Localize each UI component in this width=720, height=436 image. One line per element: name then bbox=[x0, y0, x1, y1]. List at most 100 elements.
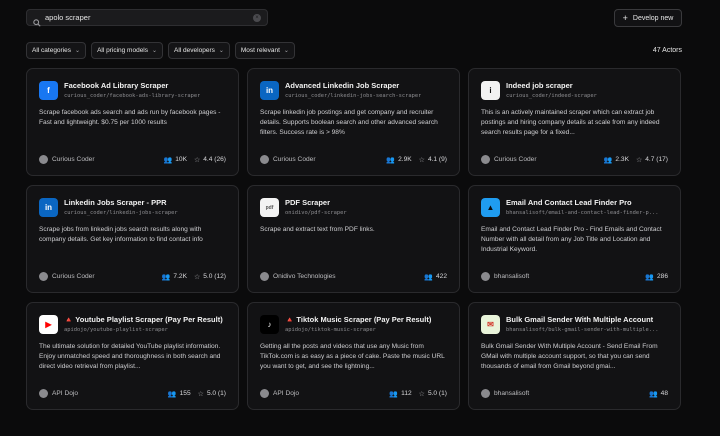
card-header: f Facebook Ad Library Scraper curious_code… bbox=[39, 81, 226, 100]
avatar bbox=[481, 389, 490, 398]
filter-categories[interactable]: All categories ⌄ bbox=[26, 42, 87, 59]
actor-description: Scrape facebook ads search and ads run b… bbox=[39, 109, 221, 126]
card-titles: Linkedin Jobs Scraper - PPR curious_coder… bbox=[64, 198, 178, 216]
card-header: ▲ Email And Contact Lead Finder Pro bhansa… bbox=[481, 198, 668, 217]
actor-card[interactable]: ✉ Bulk Gmail Sender With Multiple Account… bbox=[468, 302, 681, 410]
users-count: 112 bbox=[401, 390, 412, 397]
users-count: 422 bbox=[435, 273, 447, 280]
author-name: bhansalisoft bbox=[494, 390, 530, 397]
filter-bar: All categories ⌄ All pricing models ⌄ All … bbox=[26, 42, 295, 59]
avatar bbox=[260, 389, 269, 398]
users-count: 155 bbox=[179, 390, 191, 397]
users-icon: 👥 bbox=[424, 273, 433, 281]
actor-slug: onidivo/pdf-scraper bbox=[285, 210, 347, 216]
star-icon: ☆ bbox=[635, 156, 643, 164]
rating-value: 4.4 (26) bbox=[203, 156, 226, 163]
filter-pricing-models[interactable]: All pricing models ⌄ bbox=[91, 42, 164, 59]
actor-title: Linkedin Jobs Scraper - PPR bbox=[64, 198, 167, 207]
rating-value: 4.7 (17) bbox=[645, 156, 668, 163]
actor-slug: curious_coder/linkedin-jobs-scraper bbox=[64, 210, 178, 216]
users-icon: 👥 bbox=[167, 390, 177, 398]
filter-label: Most relevant bbox=[240, 47, 280, 54]
filter-label: All developers bbox=[174, 47, 215, 54]
actor-card[interactable]: i Indeed job scraper curious_coder/indeed-… bbox=[468, 68, 681, 176]
card-titles: Facebook Ad Library Scraper curious_coder… bbox=[64, 81, 200, 99]
actor-card[interactable]: pdf PDF Scraper onidivo/pdf-scraper Scrape … bbox=[247, 185, 460, 293]
rating-value: 5.0 (12) bbox=[203, 273, 226, 280]
card-header: in Advanced Linkedin Job Scraper curious_c… bbox=[260, 81, 447, 100]
actor-card[interactable]: ♪ 🔺 Tiktok Music Scraper (Pay Per Result)… bbox=[247, 302, 460, 410]
card-header: pdf PDF Scraper onidivo/pdf-scraper bbox=[260, 198, 447, 217]
actor-card[interactable]: ▶ 🔺 Youtube Playlist Scraper (Pay Per Res… bbox=[26, 302, 239, 410]
rating-stat: ☆ 4.4 (26) bbox=[194, 156, 226, 164]
card-footer: Onidivo Technologies 👥 422 bbox=[260, 272, 447, 281]
develop-new-button[interactable]: + Develop new bbox=[614, 9, 682, 27]
search-bar[interactable]: × bbox=[26, 9, 268, 27]
card-footer: Curious Coder 👥 10K ☆ 4.4 (26) bbox=[39, 155, 226, 164]
actor-title: 🔺 Youtube Playlist Scraper (Pay Per Resu… bbox=[64, 315, 223, 324]
actor-title: PDF Scraper bbox=[285, 198, 331, 207]
users-icon: 👥 bbox=[161, 273, 171, 281]
rating-stat: ☆ 5.0 (1) bbox=[198, 390, 226, 398]
card-titles: Advanced Linkedin Job Scraper curious_cod… bbox=[285, 81, 421, 99]
actor-title: Facebook Ad Library Scraper bbox=[64, 81, 169, 90]
rating-stat: ☆ 4.7 (17) bbox=[636, 156, 668, 164]
chevron-down-icon: ⌄ bbox=[283, 48, 289, 54]
author-name: Curious Coder bbox=[52, 273, 95, 280]
star-icon: ☆ bbox=[193, 273, 201, 281]
avatar bbox=[481, 155, 490, 164]
actor-logo-icon: ▲ bbox=[481, 198, 500, 217]
actor-logo-icon: ✉ bbox=[481, 315, 500, 334]
card-header: in Linkedin Jobs Scraper - PPR curious_cod… bbox=[39, 198, 226, 217]
users-stat: 👥 422 bbox=[424, 273, 447, 281]
rating-value: 5.0 (1) bbox=[427, 390, 447, 397]
actor-card[interactable]: f Facebook Ad Library Scraper curious_code… bbox=[26, 68, 239, 176]
plus-icon: + bbox=[622, 12, 628, 23]
avatar bbox=[260, 155, 269, 164]
filter-label: All categories bbox=[32, 47, 72, 54]
users-count: 2.9K bbox=[398, 156, 412, 163]
search-input[interactable] bbox=[45, 13, 253, 22]
filter-developers[interactable]: All developers ⌄ bbox=[168, 42, 230, 59]
actor-description: Scrape jobs from linkedin jobs search re… bbox=[39, 226, 203, 243]
actor-card[interactable]: ▲ Email And Contact Lead Finder Pro bhansa… bbox=[468, 185, 681, 293]
author-name: Curious Coder bbox=[273, 156, 316, 163]
author-name: Curious Coder bbox=[494, 156, 537, 163]
sort-select[interactable]: Most relevant ⌄ bbox=[234, 42, 295, 59]
actor-slug: curious_coder/facebook-ads-library-scrap… bbox=[64, 93, 201, 99]
develop-new-label: Develop new bbox=[632, 14, 674, 22]
actor-description: Scrape linkedin job postings and get com… bbox=[260, 109, 438, 136]
actor-card[interactable]: in Advanced Linkedin Job Scraper curious_c… bbox=[247, 68, 460, 176]
actor-slug: bhansalisoft/email-and-contact-lead-find… bbox=[506, 210, 659, 216]
users-stat: 👥 2.3K bbox=[604, 156, 629, 164]
actor-title: 🔺 Tiktok Music Scraper (Pay Per Result) bbox=[285, 315, 432, 324]
author-name: Curious Coder bbox=[52, 156, 95, 163]
card-titles: PDF Scraper onidivo/pdf-scraper bbox=[285, 198, 347, 216]
users-icon: 👥 bbox=[603, 156, 613, 164]
users-icon: 👥 bbox=[389, 390, 399, 398]
card-header: ✉ Bulk Gmail Sender With Multiple Account… bbox=[481, 315, 668, 334]
card-footer: Curious Coder 👥 2.9K ☆ 4.1 (9) bbox=[260, 155, 447, 164]
actor-card[interactable]: in Linkedin Jobs Scraper - PPR curious_cod… bbox=[26, 185, 239, 293]
users-count: 10K bbox=[175, 156, 187, 163]
actor-logo-icon: in bbox=[260, 81, 279, 100]
users-stat: 👥 2.9K bbox=[386, 156, 411, 164]
actor-count: 47 Actors bbox=[652, 47, 682, 54]
actor-logo-icon: pdf bbox=[260, 198, 279, 217]
users-icon: 👥 bbox=[163, 156, 173, 164]
users-stat: 👥 286 bbox=[645, 273, 668, 281]
rating-stat: ☆ 5.0 (1) bbox=[419, 390, 447, 398]
users-count: 286 bbox=[656, 273, 668, 280]
users-stat: 👥 7.2K bbox=[162, 273, 187, 281]
avatar bbox=[39, 155, 48, 164]
users-stat: 👥 112 bbox=[389, 390, 411, 398]
users-count: 48 bbox=[660, 390, 668, 397]
clear-search-icon[interactable]: × bbox=[253, 13, 261, 22]
author-name: bhansalisoft bbox=[494, 273, 530, 280]
card-titles: 🔺 Youtube Playlist Scraper (Pay Per Resu… bbox=[64, 315, 223, 333]
card-titles: 🔺 Tiktok Music Scraper (Pay Per Result) a… bbox=[285, 315, 431, 333]
star-icon: ☆ bbox=[197, 390, 204, 398]
chevron-down-icon: ⌄ bbox=[75, 48, 81, 54]
search-icon bbox=[33, 14, 41, 27]
card-footer: Curious Coder 👥 2.3K ☆ 4.7 (17) bbox=[481, 155, 668, 164]
